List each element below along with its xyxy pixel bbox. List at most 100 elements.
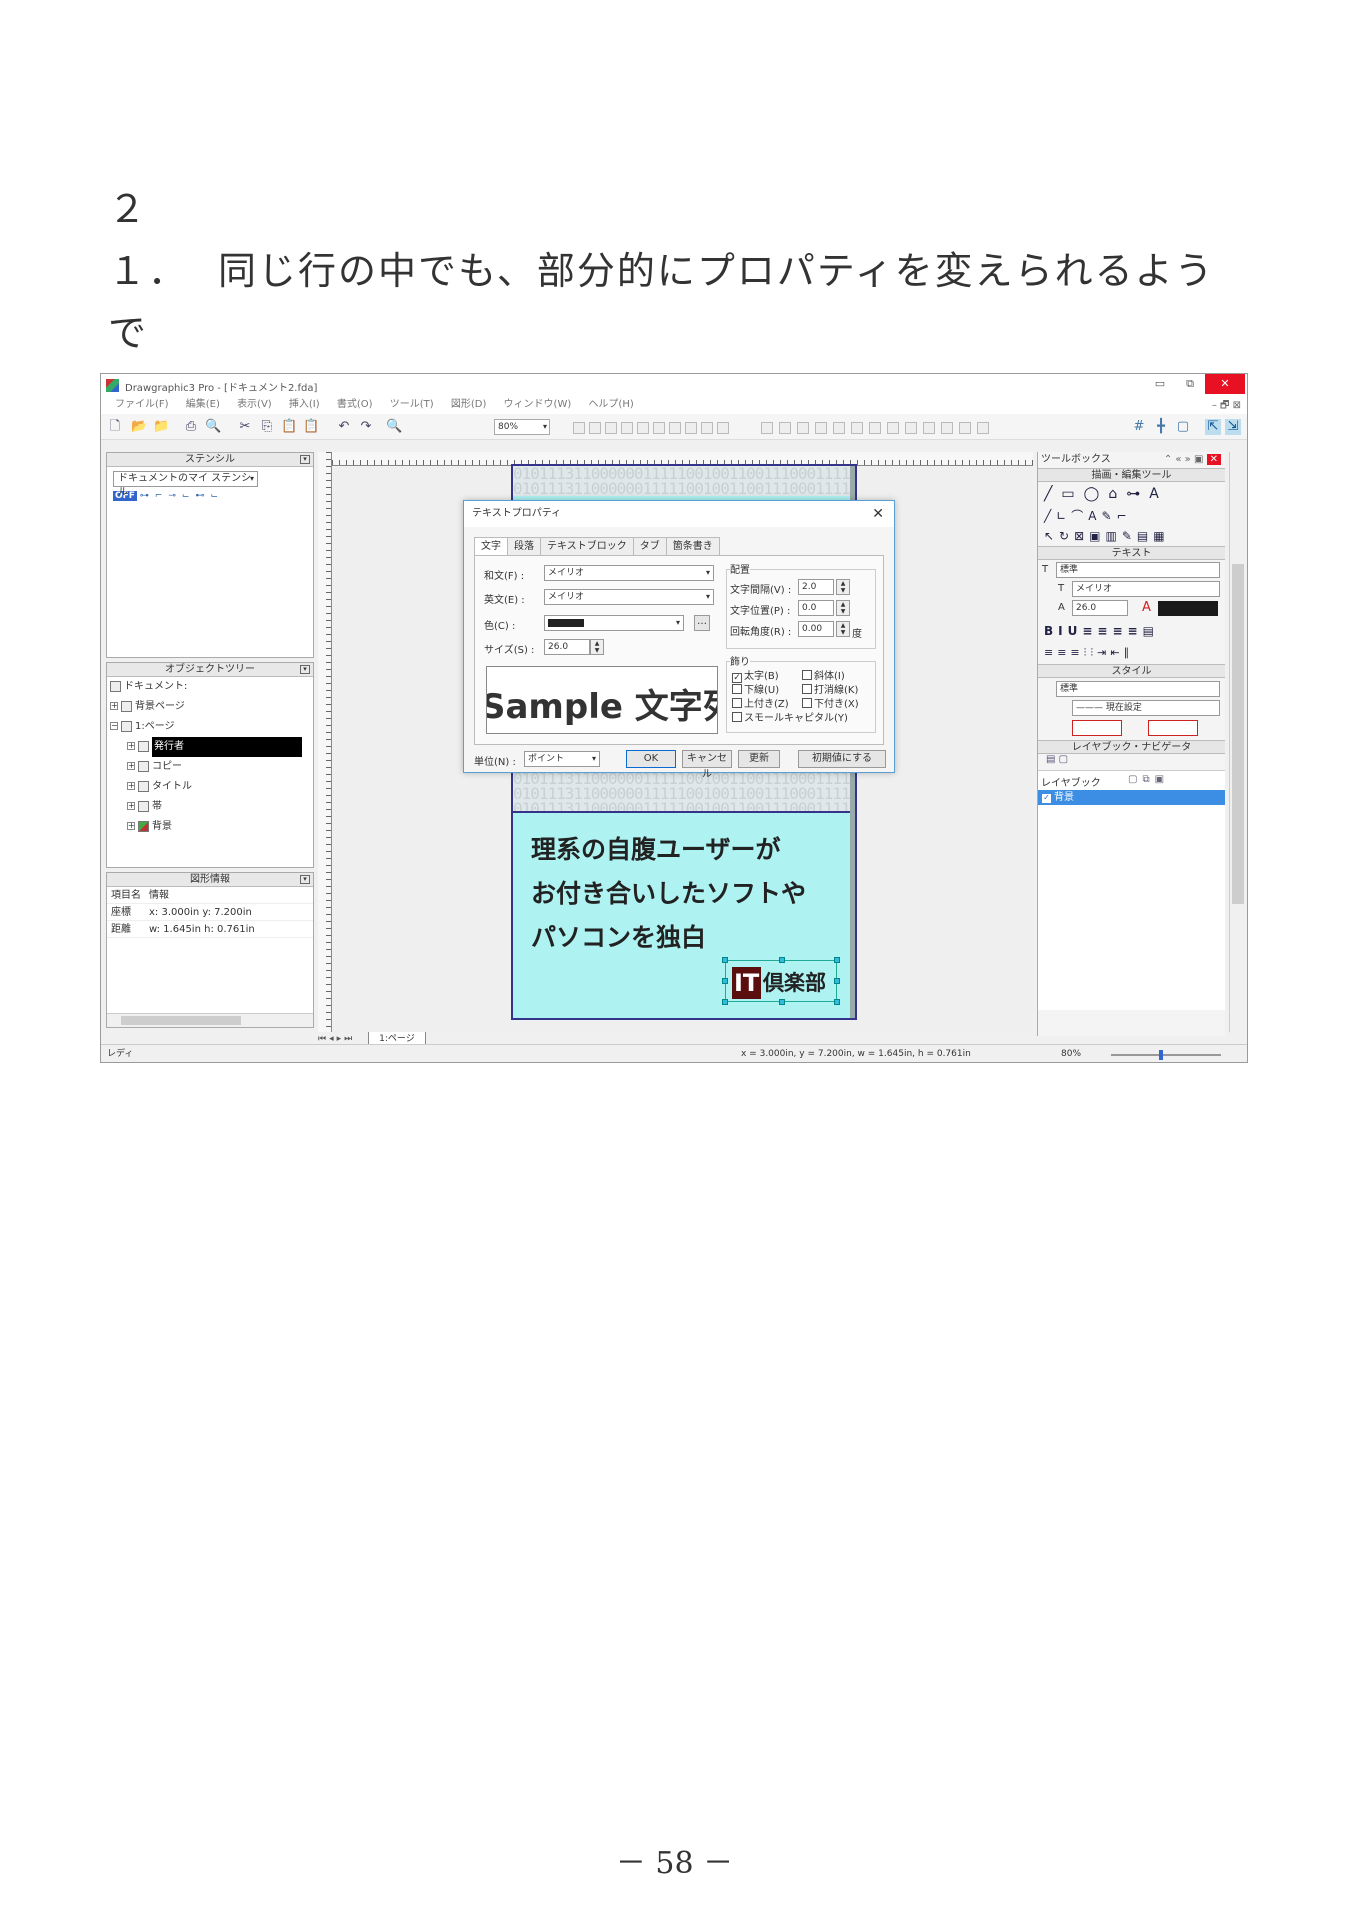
ungroup-icon[interactable]: [685, 422, 697, 434]
layer-tab-icons[interactable]: ▤ ▢: [1038, 754, 1225, 770]
expand-icon[interactable]: +: [127, 802, 135, 810]
dialog-close-button[interactable]: ✕: [872, 501, 884, 527]
tree-item[interactable]: − 1:ページ: [107, 717, 313, 737]
tool-slot-icon[interactable]: [941, 422, 953, 434]
align-icon[interactable]: [573, 422, 585, 434]
position-input[interactable]: 0.0: [798, 600, 834, 616]
fill-none-swatch[interactable]: [1072, 720, 1122, 736]
paste-icon[interactable]: 📋: [281, 419, 297, 435]
draw-tools-row3[interactable]: ↖↻⊠▣▥✎▤▦: [1038, 526, 1225, 546]
tab-tab[interactable]: タブ: [632, 537, 667, 556]
print-icon[interactable]: ⎙: [183, 419, 199, 435]
layer-item[interactable]: ✓ 背景: [1038, 790, 1225, 805]
tab-paragraph[interactable]: 段落: [507, 537, 541, 556]
horizontal-scrollbar[interactable]: [107, 1013, 313, 1027]
menu-shape[interactable]: 図形(D): [451, 396, 487, 414]
tool-slot-icon[interactable]: [851, 422, 863, 434]
tool-slot-icon[interactable]: [833, 422, 845, 434]
resize-handle[interactable]: [834, 978, 840, 984]
tool-slot-icon[interactable]: [977, 422, 989, 434]
minimize-button[interactable]: ▭: [1145, 374, 1175, 394]
menu-file[interactable]: ファイル(F): [115, 396, 169, 414]
resize-handle[interactable]: [722, 978, 728, 984]
page-nav-icons[interactable]: ⏮◂▸⏭: [318, 1034, 355, 1044]
menu-insert[interactable]: 挿入(I): [289, 396, 320, 414]
snap-icon[interactable]: ⇱: [1205, 419, 1221, 435]
strike-checkbox[interactable]: 打消線(K): [802, 681, 858, 696]
vertical-scrollbar[interactable]: [1229, 452, 1245, 1032]
expand-icon[interactable]: +: [127, 822, 135, 830]
wabun-font-select[interactable]: メイリオ ▾: [544, 565, 714, 581]
tab-bullets[interactable]: 箇条書き: [665, 537, 720, 556]
resize-handle[interactable]: [834, 957, 840, 963]
tool-slot-icon[interactable]: [869, 422, 881, 434]
tree-item[interactable]: ドキュメント:: [107, 677, 313, 697]
smallcaps-checkbox[interactable]: スモールキャピタル(Y): [732, 709, 848, 724]
cancel-button[interactable]: キャンセル: [682, 750, 732, 780]
rotate-right-icon[interactable]: [637, 422, 649, 434]
italic-checkbox[interactable]: 斜体(I): [802, 667, 845, 682]
scroll-thumb[interactable]: [1232, 564, 1244, 904]
publisher-textbox[interactable]: IT 倶楽部: [722, 957, 840, 1005]
text-color-icon[interactable]: A: [1142, 600, 1151, 615]
line-style-select[interactable]: ——— 現在設定: [1072, 700, 1220, 716]
toolbox-nav-icons[interactable]: ⌃ « » ▣ ✕: [1164, 452, 1221, 468]
text-color-swatch[interactable]: [1158, 601, 1218, 616]
menu-window[interactable]: ウィンドウ(W): [504, 396, 572, 414]
open-icon[interactable]: 📂: [131, 419, 147, 435]
tab-textblock[interactable]: テキストブロック: [540, 537, 634, 556]
tree-item[interactable]: + 発行者: [107, 737, 313, 757]
color-select[interactable]: ▾: [544, 615, 684, 631]
subscript-checkbox[interactable]: 下付き(X): [802, 695, 859, 710]
draw-tools-row2[interactable]: ╱∟⌒A✎⌐: [1038, 506, 1225, 526]
cut-icon[interactable]: ✂: [237, 419, 253, 435]
pin-icon[interactable]: ▾: [300, 455, 310, 464]
menu-help[interactable]: ヘルプ(H): [588, 396, 633, 414]
tab-char[interactable]: 文字: [474, 537, 508, 556]
resize-handle[interactable]: [779, 957, 785, 963]
pin-icon[interactable]: ▾: [300, 875, 310, 884]
menu-tools[interactable]: ツール(T): [390, 396, 434, 414]
select-icon[interactable]: [701, 422, 713, 434]
resize-handle[interactable]: [779, 999, 785, 1005]
guide-icon[interactable]: ╋: [1153, 419, 1169, 435]
tool-slot-icon[interactable]: [923, 422, 935, 434]
style-select[interactable]: 標準: [1056, 681, 1220, 697]
size-input[interactable]: 26.0: [544, 639, 590, 655]
menu-view[interactable]: 表示(V): [237, 396, 272, 414]
undo-icon[interactable]: ↶: [336, 419, 352, 435]
restore-button[interactable]: ⧉: [1175, 374, 1205, 394]
tree-item[interactable]: + 背景ページ: [107, 697, 313, 717]
snap-point-icon[interactable]: ⇲: [1225, 419, 1241, 435]
rotate-left-icon[interactable]: [653, 422, 665, 434]
text-style-select[interactable]: 標準: [1056, 562, 1220, 578]
copy-icon[interactable]: ⎘: [259, 419, 275, 435]
stencil-select[interactable]: ドキュメントのマイ ステンシル ▾: [113, 471, 258, 498]
text-font-select[interactable]: メイリオ: [1072, 581, 1220, 597]
rotation-spinner[interactable]: ▲ ▼: [836, 621, 850, 637]
tree-item[interactable]: + 帯: [107, 797, 313, 817]
zoom-icon[interactable]: 🔍: [386, 419, 402, 435]
tool-slot-icon[interactable]: [887, 422, 899, 434]
resize-handle[interactable]: [722, 957, 728, 963]
tool-slot-icon[interactable]: [761, 422, 773, 434]
tool-slot-icon[interactable]: [797, 422, 809, 434]
layerbook-select[interactable]: レイヤブック: [1041, 774, 1101, 789]
spacing-input[interactable]: 2.0: [798, 579, 834, 595]
resize-handle[interactable]: [722, 999, 728, 1005]
folder-icon[interactable]: 📁: [153, 419, 169, 435]
spacing-spinner[interactable]: ▲ ▼: [836, 579, 850, 595]
front-icon[interactable]: [605, 422, 617, 434]
zoom-slider-thumb[interactable]: [1159, 1050, 1163, 1060]
draw-tools-row1[interactable]: ╱▭◯⌂⊶A: [1038, 482, 1225, 506]
marquee-icon[interactable]: [717, 422, 729, 434]
tool-slot-icon[interactable]: [815, 422, 827, 434]
eibun-font-select[interactable]: メイリオ ▾: [544, 589, 714, 605]
paste-special-icon[interactable]: 📋: [303, 419, 319, 435]
expand-icon[interactable]: +: [127, 742, 135, 750]
tree-item[interactable]: + 背景: [107, 817, 313, 837]
zoom-select[interactable]: 80% ▾: [494, 419, 550, 435]
expand-icon[interactable]: +: [127, 762, 135, 770]
grid-icon[interactable]: #: [1131, 419, 1147, 435]
mdi-controls[interactable]: – 🗗 ⊠: [1212, 398, 1241, 415]
